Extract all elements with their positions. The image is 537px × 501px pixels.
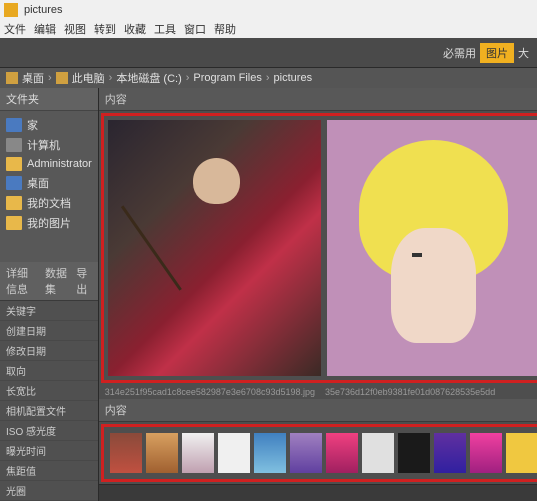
filename-1: 314e251f95cad1c8cee582987e3e6708c93d5198… <box>105 387 315 397</box>
toolbar-label2: 大 <box>518 45 529 61</box>
metadata-header: 详细信息 数据集 导出 <box>0 262 98 301</box>
meta-row[interactable]: 光圈 <box>0 481 98 501</box>
sidebar-tab-folders[interactable]: 文件夹 <box>6 91 39 107</box>
filename-bar: 314e251f95cad1c8cee582987e3e6708c93d5198… <box>99 385 537 399</box>
meta-row[interactable]: 关键字 <box>0 301 98 321</box>
filename-2: 35e736d12f0eb9381fe01d087628535e5dd <box>325 387 495 397</box>
sidebar: 文件夹 家 计算机 Administrator 桌面 我的文档 我的图片 详细信… <box>0 88 99 501</box>
metadata-list: 关键字 创建日期 修改日期 取向 长宽比 相机配置文件 ISO 感光度 曝光时间… <box>0 301 98 501</box>
preview-image-1[interactable] <box>108 120 321 376</box>
tree-item[interactable]: 我的文档 <box>0 193 98 213</box>
metadata-panel: 详细信息 数据集 导出 关键字 创建日期 修改日期 取向 长宽比 相机配置文件 … <box>0 262 98 501</box>
menu-goto[interactable]: 转到 <box>94 21 116 37</box>
preview-image-2[interactable] <box>327 120 537 376</box>
home-icon <box>6 118 22 132</box>
toolbar-pictures-button[interactable]: 图片 <box>480 43 514 63</box>
thumbnail[interactable] <box>506 433 537 473</box>
crumb-pc[interactable]: 此电脑 <box>56 70 105 86</box>
desktop-icon <box>6 176 22 190</box>
app-icon <box>4 3 18 17</box>
thumbnail-strip <box>101 424 537 482</box>
crumb-pictures[interactable]: pictures <box>274 72 313 84</box>
tree-item[interactable]: Administrator <box>0 155 98 173</box>
crumb-disk[interactable]: 本地磁盘 (C:) <box>116 70 181 86</box>
statusbar <box>99 484 537 501</box>
thumbnail[interactable] <box>290 433 322 473</box>
meta-row[interactable]: ISO 感光度 <box>0 421 98 441</box>
preview-header: 内容 <box>99 88 537 111</box>
meta-row[interactable]: 创建日期 <box>0 321 98 341</box>
thumbnail[interactable] <box>434 433 466 473</box>
thumbnail[interactable] <box>254 433 286 473</box>
meta-row[interactable]: 长宽比 <box>0 381 98 401</box>
menu-file[interactable]: 文件 <box>4 21 26 37</box>
menu-window[interactable]: 窗口 <box>184 21 206 37</box>
thumbnail[interactable] <box>326 433 358 473</box>
menu-view[interactable]: 视图 <box>64 21 86 37</box>
menu-edit[interactable]: 编辑 <box>34 21 56 37</box>
pc-icon <box>56 72 68 84</box>
chevron-right-icon: › <box>109 72 113 84</box>
meta-tab-dataset[interactable]: 数据集 <box>45 265 68 297</box>
thumbnail[interactable] <box>398 433 430 473</box>
window-title: pictures <box>24 4 63 16</box>
tree-item[interactable]: 桌面 <box>0 173 98 193</box>
meta-row[interactable]: 焦距值 <box>0 461 98 481</box>
crumb-progfiles[interactable]: Program Files <box>193 72 261 84</box>
folder-icon <box>6 216 22 230</box>
toolbar-label: 必需用 <box>443 45 476 61</box>
tree-item[interactable]: 家 <box>0 115 98 135</box>
toolbar: 必需用 图片 大 <box>0 38 537 68</box>
crumb-desktop[interactable]: 桌面 <box>6 70 44 86</box>
meta-tab-details[interactable]: 详细信息 <box>6 265 37 297</box>
chevron-right-icon: › <box>266 72 270 84</box>
tree-item[interactable]: 我的图片 <box>0 213 98 233</box>
breadcrumb: 桌面 › 此电脑 › 本地磁盘 (C:) › Program Files › p… <box>0 68 537 88</box>
meta-row[interactable]: 曝光时间 <box>0 441 98 461</box>
folder-icon <box>6 196 22 210</box>
meta-row[interactable]: 相机配置文件 <box>0 401 98 421</box>
titlebar: pictures <box>0 0 537 20</box>
meta-row[interactable]: 修改日期 <box>0 341 98 361</box>
chevron-right-icon: › <box>186 72 190 84</box>
thumbnail[interactable] <box>470 433 502 473</box>
tree-item[interactable]: 计算机 <box>0 135 98 155</box>
thumbnail[interactable] <box>218 433 250 473</box>
thumbnail[interactable] <box>146 433 178 473</box>
computer-icon <box>6 138 22 152</box>
menu-tools[interactable]: 工具 <box>154 21 176 37</box>
folder-icon <box>6 157 22 171</box>
folder-tree: 家 计算机 Administrator 桌面 我的文档 我的图片 <box>0 111 98 237</box>
sidebar-header: 文件夹 <box>0 88 98 111</box>
chevron-right-icon: › <box>48 72 52 84</box>
preview-area <box>101 113 537 383</box>
thumb-header: 内容 <box>99 399 537 422</box>
menubar: 文件 编辑 视图 转到 收藏 工具 窗口 帮助 <box>0 20 537 38</box>
content-area: 内容 314e251f95cad1c8cee582987e3e6708c93d5… <box>99 88 537 501</box>
menu-fav[interactable]: 收藏 <box>124 21 146 37</box>
thumbnail[interactable] <box>182 433 214 473</box>
meta-row[interactable]: 取向 <box>0 361 98 381</box>
thumbnail[interactable] <box>362 433 394 473</box>
thumbnail[interactable] <box>110 433 142 473</box>
desktop-icon <box>6 72 18 84</box>
menu-help[interactable]: 帮助 <box>214 21 236 37</box>
main: 文件夹 家 计算机 Administrator 桌面 我的文档 我的图片 详细信… <box>0 88 537 501</box>
meta-tab-export[interactable]: 导出 <box>76 265 92 297</box>
